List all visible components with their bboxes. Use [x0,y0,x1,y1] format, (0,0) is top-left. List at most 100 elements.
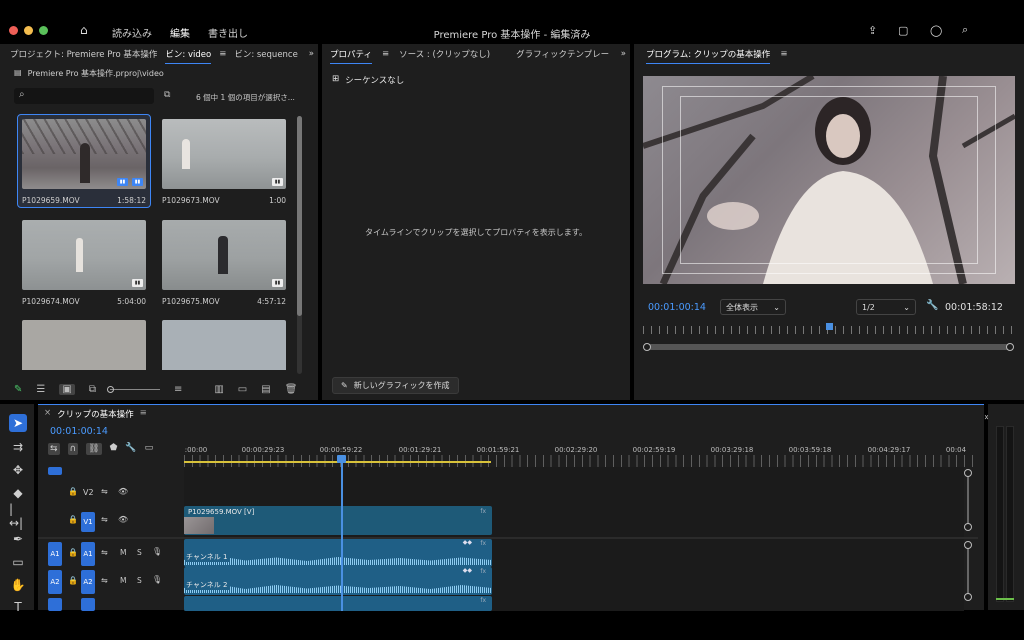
mute-button[interactable]: M [120,548,126,557]
more-panels-icon[interactable]: » [305,49,318,59]
list-view-icon[interactable]: ☰ [36,384,45,395]
program-current-time[interactable]: 00:01:00:14 [648,302,706,313]
lock-icon[interactable]: 🔒 [68,548,78,557]
wrench-icon[interactable]: 🔧 [926,300,938,311]
clip-thumbnail[interactable]: ▮▮ ▮▮ P1029659.MOV 1:58:12 [17,114,151,209]
track-target-v3[interactable] [48,467,62,475]
tab-project[interactable]: プロジェクト: Premiere Pro 基本操作 [6,48,161,60]
pen-tool-icon[interactable]: ✒ [9,530,27,548]
source-patch-a1[interactable]: A1 [48,542,62,566]
scroll-handle[interactable] [964,541,972,549]
lock-icon[interactable]: 🔒 [68,487,78,496]
timeline-title[interactable]: クリップの基本操作 [57,408,134,420]
sync-lock-icon[interactable]: ⇋ [101,548,108,557]
solo-button[interactable]: S [137,548,142,557]
resolution-dropdown[interactable]: 1/2 ⌄ [856,299,916,315]
monitor-playhead[interactable] [826,323,833,330]
new-bin-icon[interactable]: ▭ [238,384,247,395]
program-monitor-title[interactable]: プログラム: クリップの基本操作 [642,48,774,64]
status-icon[interactable]: ◯ [930,24,942,37]
slip-tool-icon[interactable]: |↔| [9,502,27,530]
track-label-a3[interactable] [81,598,95,611]
source-patch-a2[interactable]: A2 [48,570,62,594]
clip-thumbnail[interactable]: ▮▮ P1029674.MOV 5:04:00 [22,220,146,310]
scrollbar-thumb[interactable] [297,116,302,316]
timeline-playhead[interactable] [341,455,343,611]
track-label-v1[interactable]: V1 [81,512,95,532]
scroll-handle[interactable] [964,469,972,477]
clip-thumbnail[interactable] [162,320,286,370]
eye-icon[interactable]: 👁 [118,487,128,496]
zoom-bar-left-handle[interactable] [643,343,651,351]
track-select-tool-icon[interactable]: ⇉ [9,438,27,456]
panel-menu-icon[interactable]: ≡ [215,49,230,59]
new-item-icon[interactable]: ▤ [261,384,270,395]
freeform-view-icon[interactable]: ⧉ [89,384,96,395]
eye-icon[interactable]: 👁 [118,515,128,524]
lock-icon[interactable]: 🔒 [68,576,78,585]
scroll-handle[interactable] [964,593,972,601]
sort-icon[interactable]: ≡ [174,384,182,395]
video-clip[interactable]: P1029659.MOV [V] fx [184,506,492,535]
video-tracks-scrollbar[interactable] [967,473,969,529]
solo-button[interactable]: S [137,576,142,585]
rectangle-tool-icon[interactable]: ▭ [9,553,27,571]
razor-tool-icon[interactable]: ◆ [9,484,27,502]
sync-lock-icon[interactable]: ⇋ [101,576,108,585]
ripple-edit-tool-icon[interactable]: ✥ [9,461,27,479]
trash-icon[interactable]: 🗑 [285,384,298,395]
bin-scrollbar[interactable] [297,116,302,374]
captions-icon[interactable]: ▭ [145,443,154,455]
playhead-handle[interactable] [337,455,346,463]
tab-graphic-templates[interactable]: グラフィックテンプレー [512,48,613,60]
zoom-slider[interactable] [106,385,160,393]
track-label-v2[interactable]: V2 [83,488,94,497]
more-panels-icon[interactable]: » [617,49,630,59]
clip-thumbnail[interactable] [22,320,146,370]
new-bin-from-search-icon[interactable]: ⧉ [164,90,170,100]
timeline-current-time[interactable]: 00:01:00:14 [50,426,108,437]
source-patch-a3[interactable] [48,598,62,611]
panel-menu-icon[interactable]: ≡ [376,49,395,59]
lock-icon[interactable]: 🔒 [68,515,78,524]
new-graphic-button[interactable]: ✎ 新しいグラフィックを作成 [332,377,459,394]
fullscreen-icon[interactable]: ▢ [898,24,908,37]
automate-sequence-icon[interactable]: ▥ [214,384,223,395]
snap-icon[interactable]: ∩ [67,443,79,455]
tab-properties[interactable]: プロパティ [326,48,376,64]
panel-menu-icon[interactable]: ≡ [774,49,793,59]
tab-bin-video[interactable]: ビン: video [161,48,215,64]
audio-clip-a3[interactable]: fx [184,596,492,611]
add-marker-icon[interactable]: ⬟ [110,443,118,455]
audio-tracks-scrollbar[interactable] [967,545,969,597]
audio-clip-a1[interactable]: fx ◆◆ チャンネル 1 [184,539,492,567]
track-label-a2[interactable]: A2 [81,570,95,594]
clip-thumbnail[interactable]: ▮▮ P1029673.MOV 1:00 [162,119,286,209]
search-icon[interactable]: ⌕ [962,23,968,37]
selection-tool-icon[interactable]: ➤ [9,414,27,432]
mute-button[interactable]: M [120,576,126,585]
share-icon[interactable]: ⇪ [868,24,877,37]
nest-icon[interactable]: ⇆ [48,443,60,455]
sync-lock-icon[interactable]: ⇋ [101,487,108,496]
pencil-icon[interactable]: ✎ [14,384,22,395]
track-label-a1[interactable]: A1 [81,542,95,566]
zoom-bar-right-handle[interactable] [1006,343,1014,351]
audio-clip-a2[interactable]: fx ◆◆ チャンネル 2 [184,567,492,595]
zoom-dropdown[interactable]: 全体表示 ⌄ [720,299,786,315]
tab-source[interactable]: ソース : (クリップなし) [395,48,494,60]
monitor-zoom-bar[interactable] [646,344,1012,350]
microphone-icon[interactable]: 🎙 [152,547,162,556]
scroll-handle[interactable] [964,523,972,531]
search-input[interactable]: ⌕ [14,88,154,104]
zoom-slider-knob[interactable] [106,385,114,393]
type-tool-icon[interactable]: T [9,598,27,616]
close-tab-icon[interactable]: × [44,408,51,420]
icon-view-icon[interactable]: ▣ [59,383,75,395]
tab-bin-sequence[interactable]: ビン: sequence [230,48,302,60]
linked-selection-icon[interactable]: ⛓ [86,443,102,455]
settings-wrench-icon[interactable]: 🔧 [125,443,136,455]
sync-lock-icon[interactable]: ⇋ [101,515,108,524]
clip-thumbnail[interactable]: ▮▮ P1029675.MOV 4:57:12 [162,220,286,310]
hand-tool-icon[interactable]: ✋ [9,576,27,594]
